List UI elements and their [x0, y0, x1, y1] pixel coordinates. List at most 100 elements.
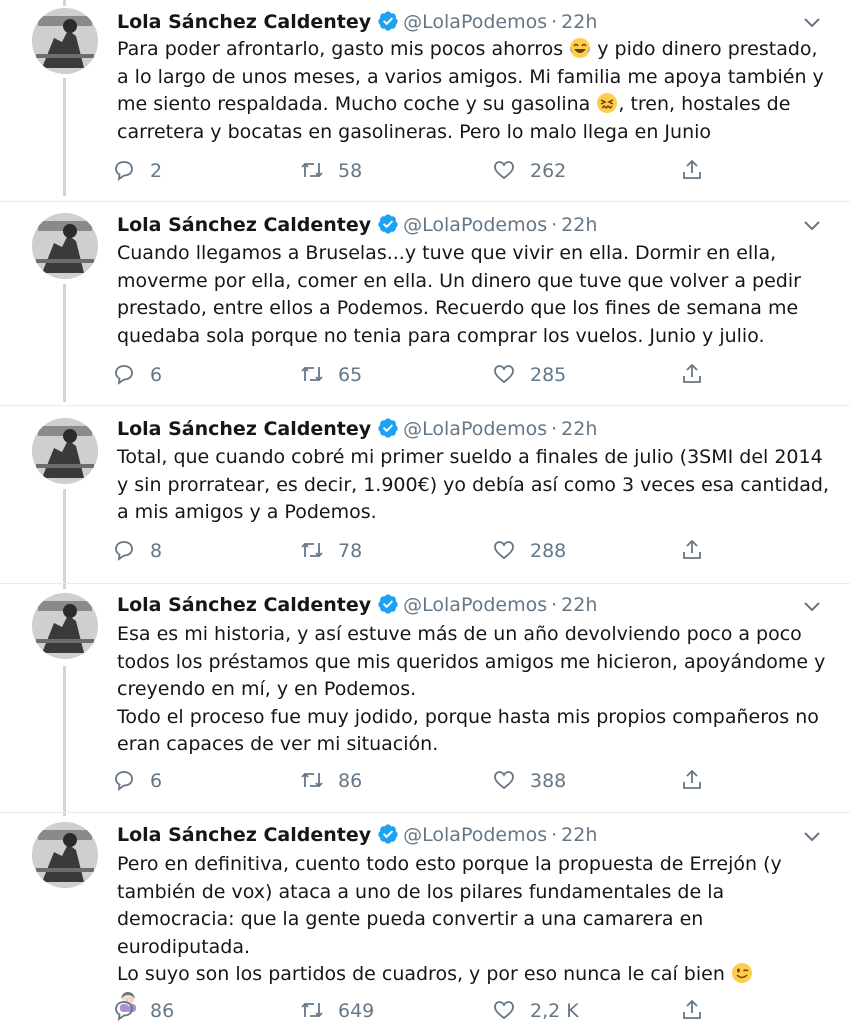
share-button[interactable]	[680, 360, 718, 390]
share-button[interactable]	[680, 996, 718, 1026]
share-icon	[683, 769, 701, 789]
chevron-down-icon[interactable]	[802, 596, 822, 616]
separator-dot: ·	[551, 594, 558, 616]
thread-connector	[63, 284, 66, 402]
author-name[interactable]: Lola Sánchez Caldentey	[117, 824, 371, 846]
reply-button[interactable]: 6	[112, 766, 162, 796]
avatar[interactable]	[32, 822, 98, 888]
like-button[interactable]: 262	[492, 156, 566, 186]
reply-button[interactable]: 86	[112, 996, 174, 1026]
author-name[interactable]: Lola Sánchez Caldentey	[117, 418, 371, 440]
winking-face-emoji-icon	[731, 963, 752, 983]
chevron-down-icon[interactable]	[802, 215, 822, 235]
tweet-text: Esa es mi historia, y así estuve más de …	[117, 623, 826, 755]
retweet-count: 86	[338, 770, 363, 792]
divider	[0, 583, 850, 584]
tweet-text: Para poder afrontarlo, gasto mis pocos a…	[117, 38, 830, 143]
thread-connector	[63, 78, 66, 196]
chevron-down-icon[interactable]	[802, 826, 822, 846]
author-name[interactable]: Lola Sánchez Caldentey	[117, 214, 371, 236]
like-button[interactable]: 285	[492, 360, 566, 390]
retweet-button[interactable]: 58	[300, 156, 362, 186]
tears-of-joy-emoji-icon	[570, 38, 591, 58]
reply-icon	[115, 365, 133, 385]
reply-button[interactable]: 8	[112, 536, 162, 566]
like-button[interactable]: 2,2 K	[492, 996, 579, 1026]
retweet-icon	[301, 1002, 323, 1018]
author-name[interactable]: Lola Sánchez Caldentey	[117, 594, 371, 616]
reply-icon	[115, 1001, 133, 1021]
retweet-button[interactable]: 65	[300, 360, 362, 390]
like-count: 285	[530, 364, 567, 386]
divider	[0, 405, 850, 406]
reply-button[interactable]: 2	[112, 156, 162, 186]
separator-dot: ·	[551, 824, 558, 846]
reply-count: 6	[150, 364, 163, 386]
reply-count: 6	[150, 770, 163, 792]
reply-count: 8	[150, 540, 163, 562]
author-handle[interactable]: @LolaPodemos	[403, 594, 547, 616]
author-handle[interactable]: @LolaPodemos	[403, 11, 547, 33]
share-icon	[683, 539, 701, 559]
like-button[interactable]: 288	[492, 536, 566, 566]
author-handle[interactable]: @LolaPodemos	[403, 214, 547, 236]
avatar[interactable]	[32, 213, 98, 279]
persevering-face-emoji-icon	[597, 93, 618, 113]
reply-icon	[115, 161, 133, 181]
tweet-text: Cuando llegamos a Bruselas...y tuve que …	[117, 242, 807, 347]
timestamp[interactable]: 22h	[561, 594, 597, 616]
thread-connector	[63, 489, 66, 589]
author-handle[interactable]: @LolaPodemos	[403, 824, 547, 846]
retweet-button[interactable]: 649	[300, 996, 374, 1026]
retweet-icon	[301, 542, 323, 558]
retweet-icon	[301, 162, 323, 178]
thread-connector	[63, 666, 66, 816]
divider	[0, 812, 850, 813]
share-button[interactable]	[680, 156, 718, 186]
retweet-icon	[301, 366, 323, 382]
reply-count: 86	[150, 1000, 175, 1022]
author-handle[interactable]: @LolaPodemos	[403, 418, 547, 440]
like-icon	[494, 161, 514, 180]
tweet-text: Total, que cuando cobré mi primer sueldo…	[117, 446, 836, 523]
retweet-icon	[301, 772, 323, 788]
separator-dot: ·	[551, 11, 558, 33]
avatar[interactable]	[32, 593, 98, 659]
author-name[interactable]: Lola Sánchez Caldentey	[117, 11, 371, 33]
like-icon	[494, 365, 514, 384]
chevron-down-icon[interactable]	[802, 12, 822, 32]
retweet-count: 78	[338, 540, 363, 562]
retweet-count: 649	[338, 1000, 375, 1022]
thread-connector	[63, 0, 66, 6]
retweet-button[interactable]: 86	[300, 766, 362, 796]
verified-badge-icon	[378, 824, 398, 844]
retweet-button[interactable]: 78	[300, 536, 362, 566]
timestamp[interactable]: 22h	[561, 418, 597, 440]
verified-badge-icon	[378, 594, 398, 614]
share-button[interactable]	[680, 536, 718, 566]
verified-badge-icon	[378, 214, 398, 234]
tweet-text: Pero en definitiva, cuento todo esto por…	[117, 851, 829, 1016]
reply-icon	[115, 771, 133, 791]
timestamp[interactable]: 22h	[561, 824, 597, 846]
reply-icon	[115, 541, 133, 561]
verified-badge-icon	[378, 11, 398, 31]
separator-dot: ·	[551, 418, 558, 440]
avatar[interactable]	[32, 418, 98, 484]
share-icon	[683, 159, 701, 179]
share-icon	[683, 999, 701, 1019]
like-count: 388	[530, 770, 567, 792]
verified-badge-icon	[378, 418, 398, 438]
like-count: 2,2 K	[530, 1000, 579, 1022]
share-button[interactable]	[680, 766, 718, 796]
share-icon	[683, 363, 701, 383]
like-button[interactable]: 388	[492, 766, 566, 796]
timestamp[interactable]: 22h	[561, 11, 597, 33]
retweet-count: 58	[338, 160, 363, 182]
like-icon	[494, 541, 514, 560]
like-count: 288	[530, 540, 567, 562]
avatar[interactable]	[32, 8, 98, 74]
timestamp[interactable]: 22h	[561, 214, 597, 236]
separator-dot: ·	[551, 214, 558, 236]
reply-button[interactable]: 6	[112, 360, 162, 390]
